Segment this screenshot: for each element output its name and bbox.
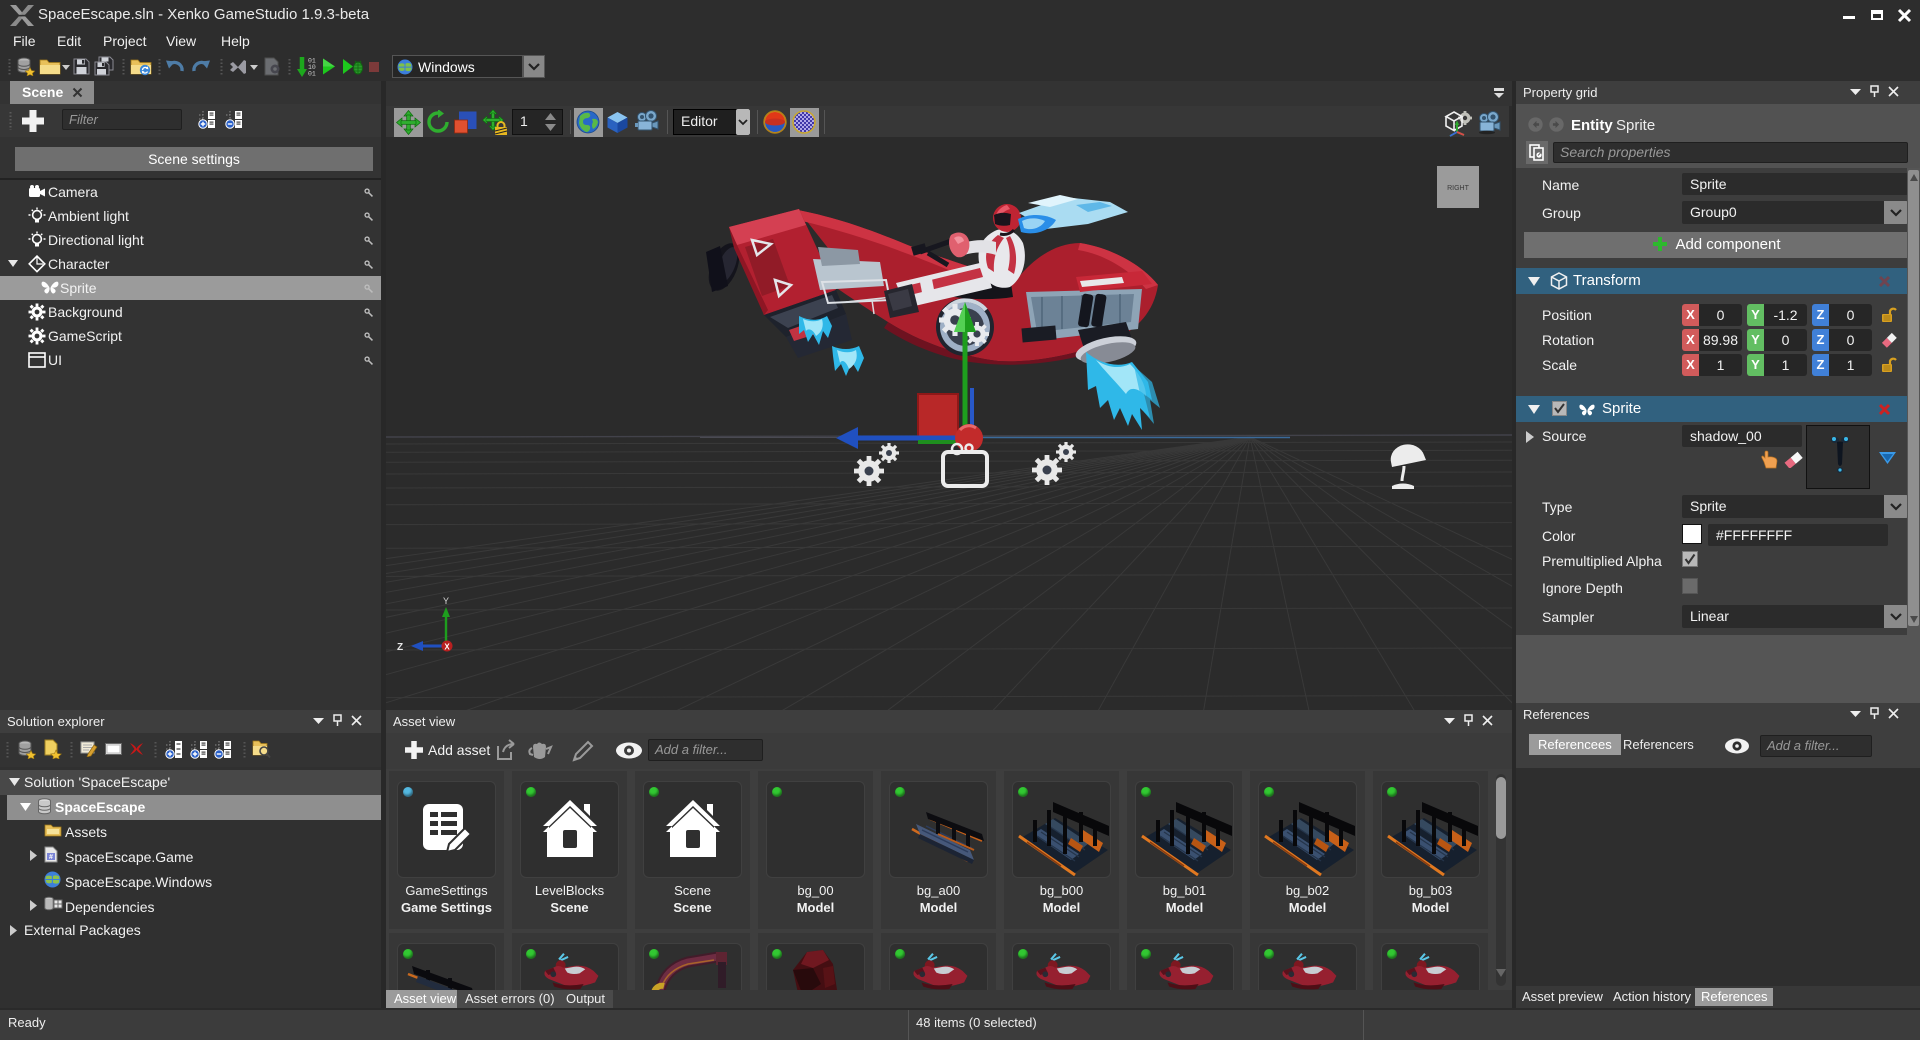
- svg-text:RIGHT: RIGHT: [1447, 185, 1470, 192]
- svg-text:Y: Y: [443, 596, 449, 606]
- svg-text:#: #: [49, 854, 53, 861]
- svg-text:01: 01: [308, 71, 316, 78]
- svg-text:Z: Z: [397, 642, 403, 653]
- svg-text:X: X: [444, 643, 450, 652]
